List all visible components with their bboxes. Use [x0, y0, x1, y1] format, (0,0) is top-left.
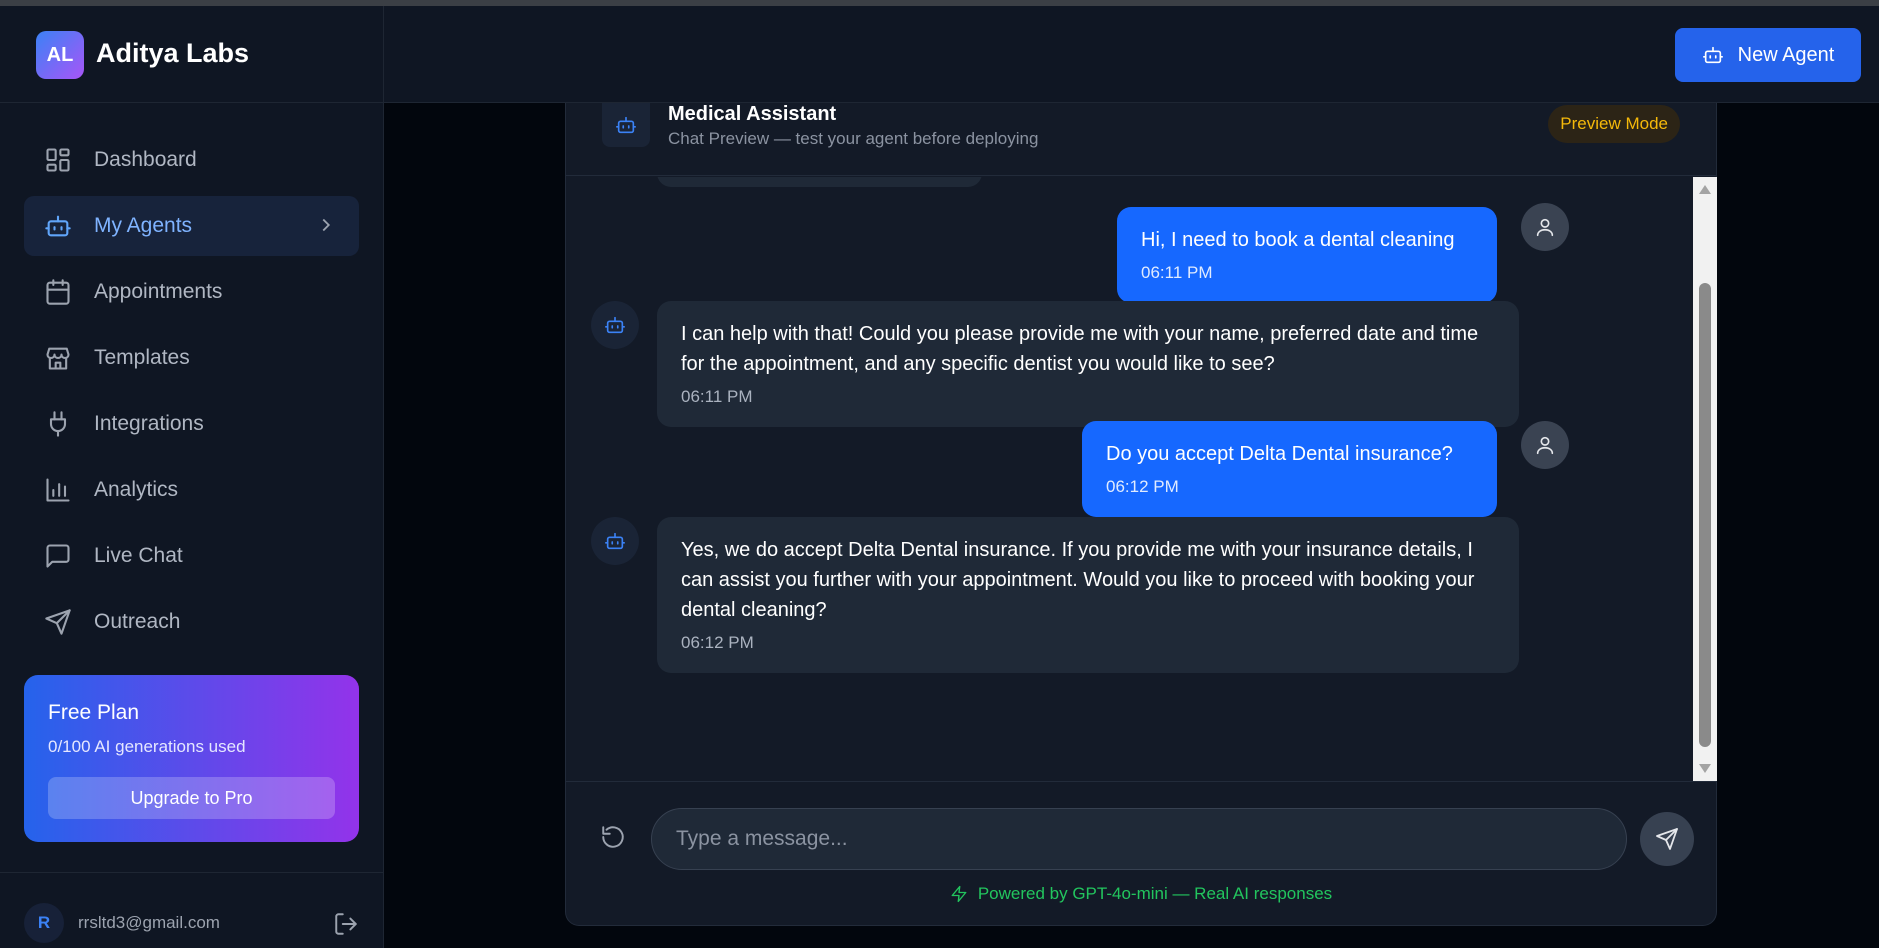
- sidebar-item-integrations[interactable]: Integrations: [24, 394, 359, 454]
- agent-name: Medical Assistant: [668, 103, 837, 125]
- free-plan-card: Free Plan 0/100 AI generations used Upgr…: [24, 675, 359, 842]
- bot-icon: [605, 316, 625, 334]
- bot-avatar: [591, 517, 639, 565]
- agent-subtitle: Chat Preview — test your agent before de…: [668, 129, 1039, 148]
- store-icon: [44, 344, 72, 372]
- user-avatar: [1521, 421, 1569, 469]
- plan-title: Free Plan: [48, 701, 140, 724]
- chat-header: Medical Assistant Chat Preview — test yo…: [566, 103, 1716, 176]
- message-time: 06:11 PM: [681, 387, 753, 406]
- reset-chat-icon[interactable]: [600, 824, 628, 852]
- sidebar-item-outreach[interactable]: Outreach: [24, 592, 359, 652]
- message-square-icon: [44, 542, 72, 570]
- message-time: 06:12 PM: [681, 633, 754, 652]
- sidebar-item-label: Outreach: [94, 610, 181, 633]
- sidebar-item-appointments[interactable]: Appointments: [24, 262, 359, 322]
- powered-by-text: Powered by GPT-4o-mini — Real AI respons…: [977, 884, 1333, 903]
- upgrade-to-pro-button[interactable]: Upgrade to Pro: [48, 777, 335, 819]
- plan-usage: 0/100 AI generations used: [48, 737, 246, 756]
- lightning-icon: [951, 885, 967, 903]
- chat-preview-panel: Medical Assistant Chat Preview — test yo…: [565, 103, 1717, 926]
- user-email: rrsltd3@gmail.com: [78, 913, 220, 932]
- sidebar-item-label: My Agents: [94, 214, 193, 237]
- sidebar-item-dashboard[interactable]: Dashboard: [24, 130, 359, 190]
- message-text: Do you accept Delta Dental insurance?: [1106, 443, 1453, 465]
- sidebar-item-templates[interactable]: Templates: [24, 328, 359, 388]
- sidebar-item-analytics[interactable]: Analytics: [24, 460, 359, 520]
- message-time: 06:11 PM: [1141, 263, 1213, 282]
- send-icon: [44, 608, 72, 636]
- sidebar-item-label: Live Chat: [94, 544, 183, 567]
- send-icon: [1656, 828, 1678, 850]
- sidebar-item-label: Analytics: [94, 478, 179, 501]
- sidebar-item-label: Appointments: [94, 280, 223, 303]
- sidebar-item-my-agents[interactable]: My Agents: [24, 196, 359, 256]
- message-list-scrollbar[interactable]: [1693, 177, 1717, 781]
- brand-logo[interactable]: AL: [36, 31, 84, 79]
- powered-by-note: Powered by GPT-4o-mini — Real AI respons…: [566, 884, 1716, 904]
- sidebar-item-label: Templates: [94, 346, 190, 369]
- new-agent-label: New Agent: [1737, 43, 1835, 66]
- bot-icon: [605, 532, 625, 550]
- sidebar-item-live-chat[interactable]: Live Chat: [24, 526, 359, 586]
- sidebar-item-label: Dashboard: [94, 148, 197, 171]
- send-button[interactable]: [1640, 812, 1694, 866]
- bot-icon: [44, 212, 72, 240]
- sidebar-item-label: Integrations: [94, 412, 204, 435]
- logout-icon[interactable]: [333, 911, 359, 937]
- bot-message: Yes, we do accept Delta Dental insurance…: [657, 517, 1519, 673]
- sidebar: AL Aditya Labs Dashboard My Agents Appoi…: [0, 6, 384, 948]
- message-text: Hi, I need to book a dental cleaning: [1141, 229, 1455, 251]
- bot-icon: [616, 116, 636, 134]
- new-agent-button[interactable]: New Agent: [1675, 28, 1861, 82]
- user-message: Hi, I need to book a dental cleaning 06:…: [1117, 207, 1497, 303]
- bot-message: I can help with that! Could you please p…: [657, 301, 1519, 427]
- message-text: I can help with that! Could you please p…: [681, 323, 1479, 375]
- message-list[interactable]: Hi, I need to book a dental cleaning 06:…: [566, 177, 1716, 781]
- previous-message-bubble: [657, 177, 982, 187]
- brand-name[interactable]: Aditya Labs: [96, 38, 249, 69]
- dashboard-icon: [44, 146, 72, 174]
- agent-avatar: [602, 103, 650, 147]
- scroll-up-arrow[interactable]: [1699, 185, 1711, 194]
- scroll-down-arrow[interactable]: [1699, 764, 1711, 773]
- top-header: New Agent: [384, 6, 1879, 103]
- bar-chart-icon: [44, 476, 72, 504]
- message-composer: Powered by GPT-4o-mini — Real AI respons…: [566, 781, 1716, 926]
- message-text: Yes, we do accept Delta Dental insurance…: [681, 539, 1475, 621]
- user-icon: [1536, 436, 1554, 455]
- chevron-right-icon: [315, 214, 337, 236]
- message-input[interactable]: [651, 808, 1627, 870]
- message-time: 06:12 PM: [1106, 477, 1179, 496]
- user-avatar: [1521, 203, 1569, 251]
- user-message: Do you accept Delta Dental insurance? 06…: [1082, 421, 1497, 517]
- brand-header: AL Aditya Labs: [0, 6, 384, 103]
- sidebar-nav: Dashboard My Agents Appointments Templat…: [24, 130, 359, 658]
- user-icon: [1536, 218, 1554, 237]
- bot-icon: [1702, 46, 1723, 64]
- user-profile-row: R rrsltd3@gmail.com: [0, 872, 384, 948]
- scroll-thumb[interactable]: [1699, 283, 1711, 747]
- calendar-icon: [44, 278, 72, 306]
- bot-avatar: [591, 301, 639, 349]
- status-badge: Preview Mode: [1548, 105, 1680, 143]
- plug-icon: [44, 410, 72, 438]
- avatar[interactable]: R: [24, 903, 64, 943]
